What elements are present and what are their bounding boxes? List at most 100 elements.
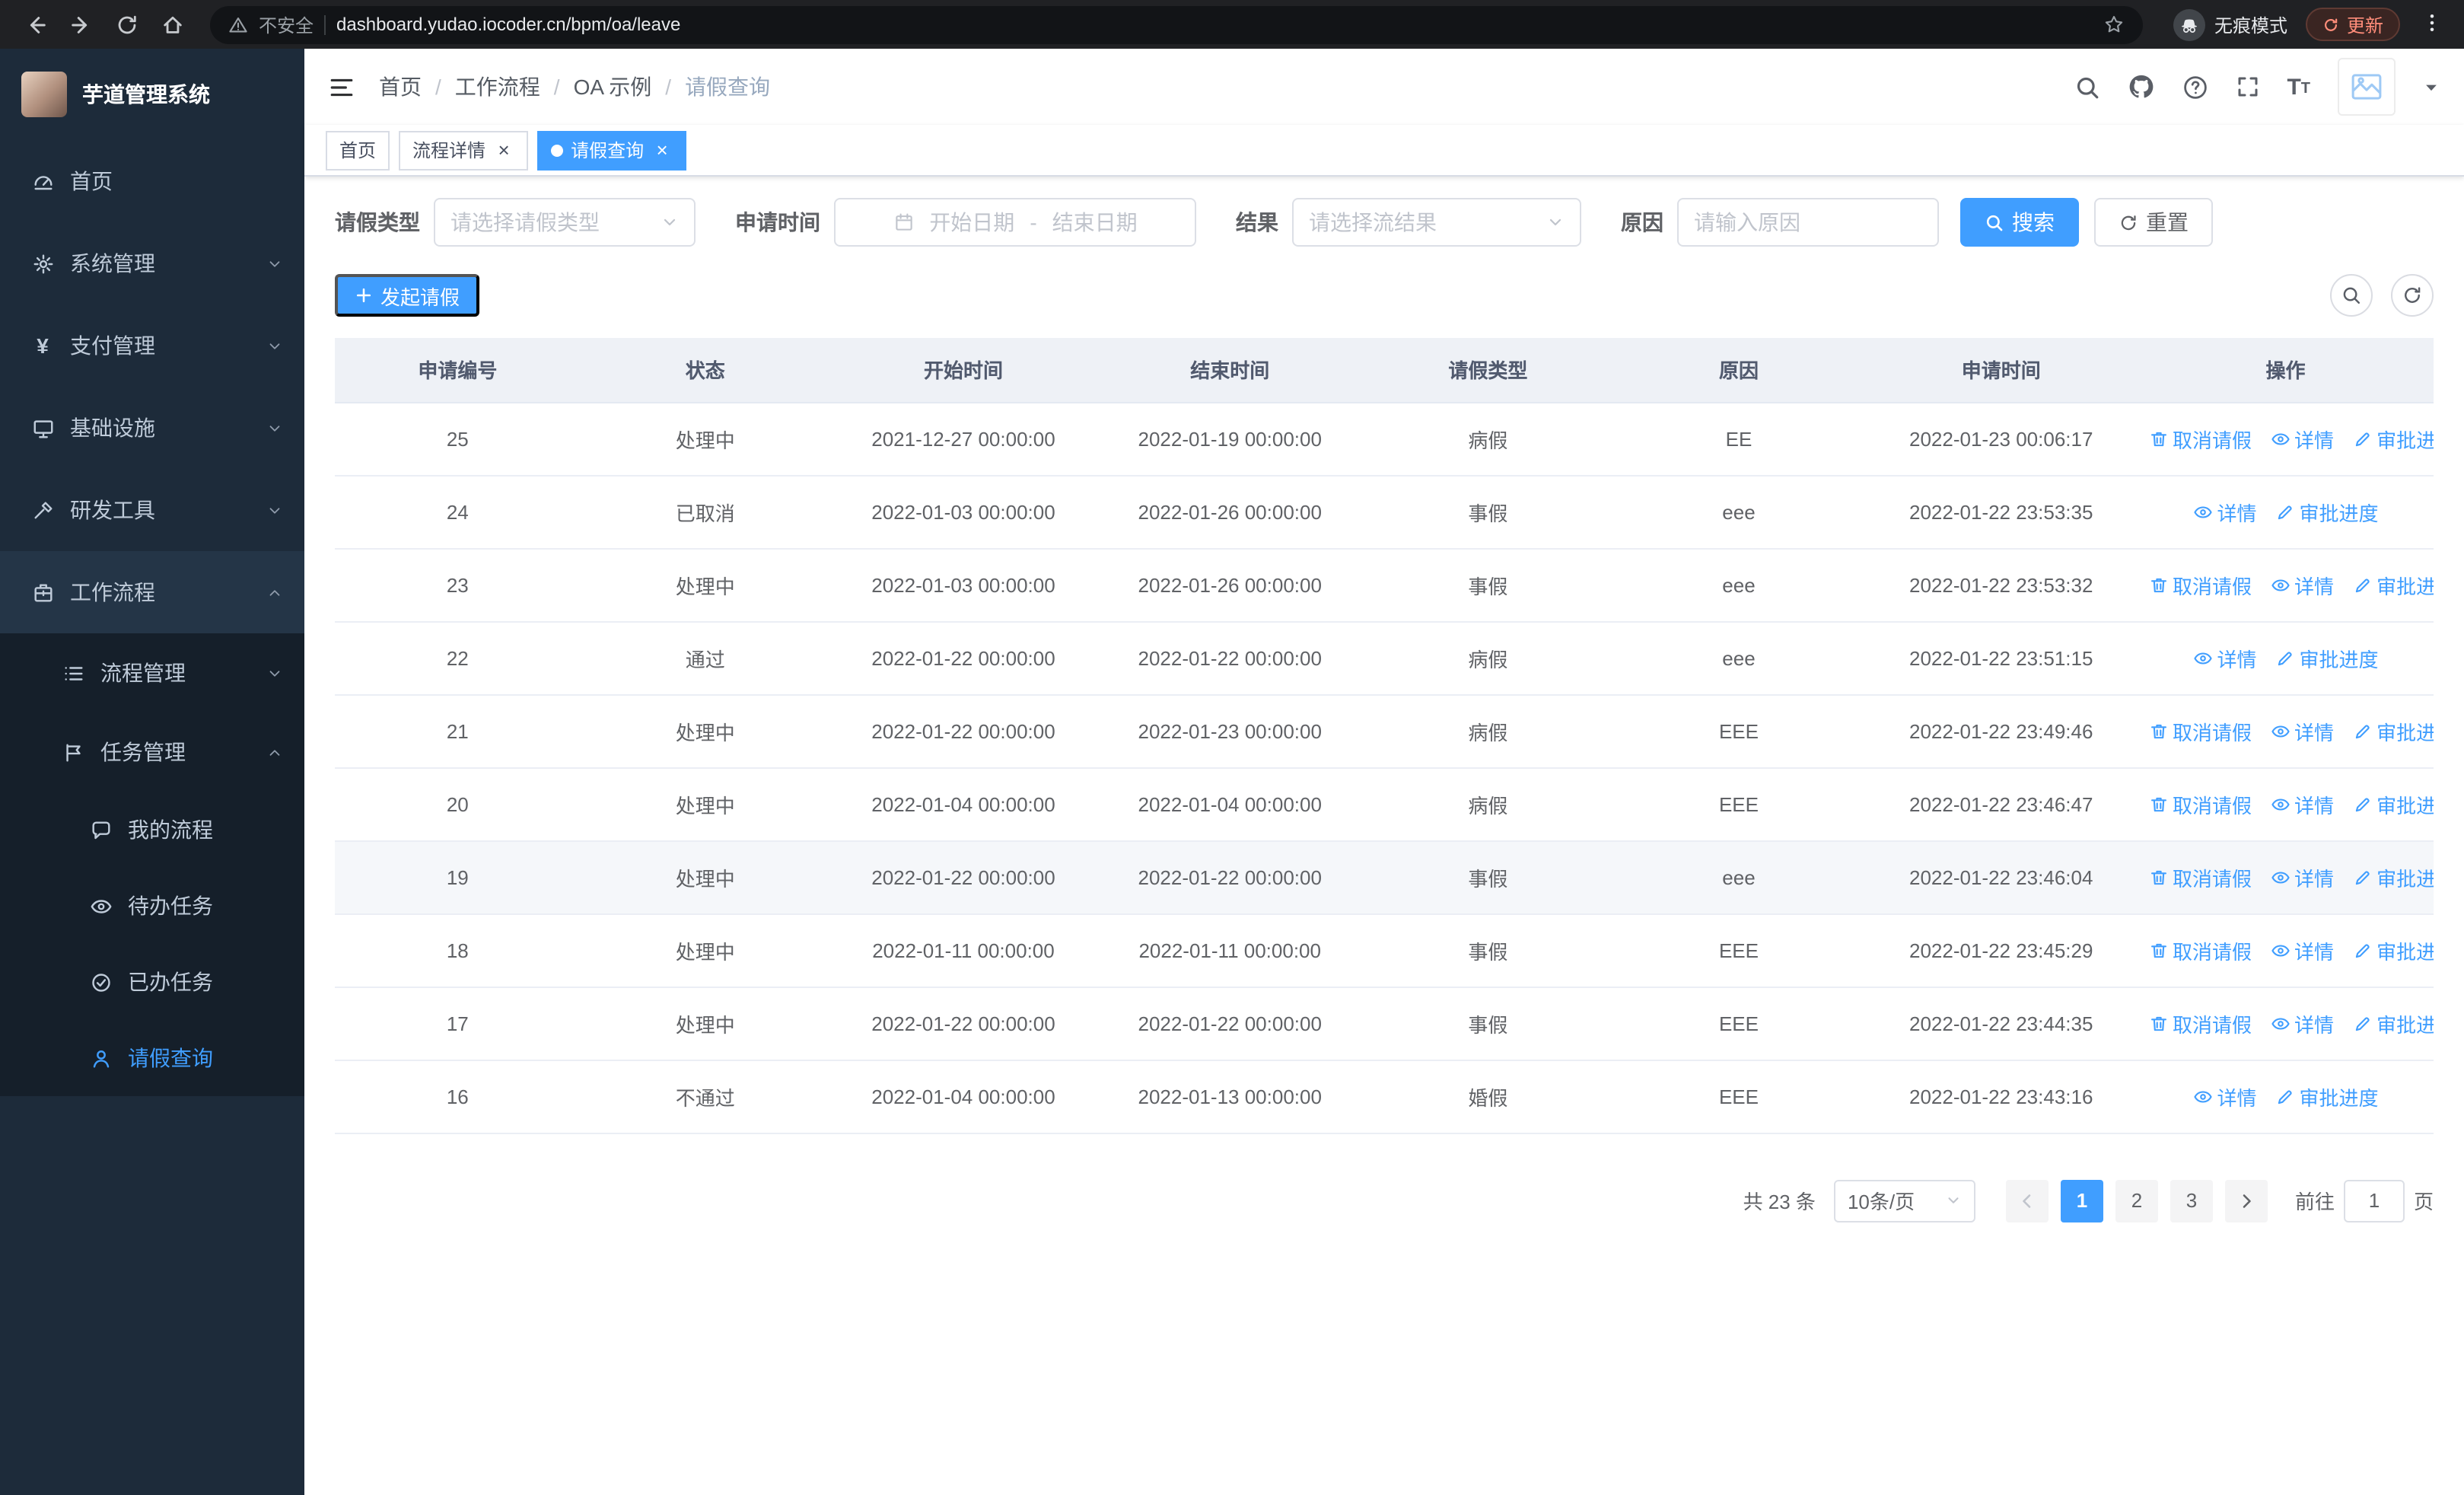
cancel-action-link[interactable]: 取消请假 [2148,936,2252,964]
search-button[interactable]: 搜索 [1960,198,2079,247]
next-page-button[interactable] [2224,1179,2268,1222]
sidebar-item-infrastructure[interactable]: 基础设施 [0,387,304,469]
leave-table: 申请编号 状态 开始时间 结束时间 请假类型 原因 申请时间 操作 25 处理中 2021-12-… [335,338,2434,1133]
reset-button[interactable]: 重置 [2094,198,2213,247]
cell-type: 事假 [1363,840,1613,914]
sidebar-item-devtools[interactable]: 研发工具 [0,469,304,551]
progress-action-link[interactable]: 审批进度 [2352,424,2434,453]
page-size-select[interactable]: 10条/页 [1833,1179,1975,1222]
sidebar-item-workflow[interactable]: 工作流程 [0,551,304,633]
create-leave-button[interactable]: 发起请假 [335,274,480,317]
fullscreen-icon[interactable] [2235,75,2259,99]
detail-action-link[interactable]: 详情 [2270,424,2334,453]
edit-icon [2352,867,2372,887]
close-icon[interactable]: × [651,139,673,161]
help-icon[interactable] [2182,74,2208,100]
sidebar-item-user[interactable]: 请假查询 [0,1020,304,1096]
page-button[interactable]: 3 [2170,1179,2213,1222]
cancel-action-link[interactable]: 取消请假 [2148,862,2252,891]
sidebar-item-task[interactable]: 任务管理 [0,712,304,792]
progress-action-link[interactable]: 审批进度 [2352,716,2434,745]
view-icon [2270,867,2290,887]
hamburger-icon[interactable] [329,74,355,100]
url-text: dashboard.yudao.iocoder.cn/bpm/oa/leave [336,14,681,35]
chevron-down-icon[interactable] [2423,78,2440,95]
browser-forward-button[interactable] [61,5,100,44]
goto-page-input[interactable] [2343,1179,2405,1222]
search-icon[interactable] [2074,74,2099,100]
page-button[interactable]: 2 [2115,1179,2158,1222]
page-button[interactable]: 1 [2060,1179,2103,1222]
detail-action-link[interactable]: 详情 [2270,570,2334,599]
progress-action-link[interactable]: 审批进度 [2352,1009,2434,1038]
cancel-action-link[interactable]: 取消请假 [2148,789,2252,818]
progress-action-link[interactable]: 审批进度 [2352,936,2434,964]
address-bar[interactable]: 不安全 dashboard.yudao.iocoder.cn/bpm/oa/le… [210,5,2143,43]
detail-action-link[interactable]: 详情 [2270,936,2334,964]
browser-update-button[interactable]: 更新 [2305,8,2400,41]
security-label: 不安全 [259,14,314,36]
sidebar-item-chat[interactable]: 我的流程 [0,792,304,868]
leave-type-select[interactable]: 请选择请假类型 [434,198,696,247]
view-tab[interactable]: 流程详情 × [399,130,529,170]
column-header: 结束时间 [1097,338,1364,403]
browser-reload-button[interactable] [107,5,146,44]
detail-action-link[interactable]: 详情 [2192,643,2257,672]
trash-icon [2148,1013,2168,1033]
browser-home-button[interactable] [152,5,192,44]
detail-action-link[interactable]: 详情 [2270,862,2334,891]
filter-apply-time: 申请时间 开始日期 - 结束日期 [735,198,1196,247]
refresh-table-button[interactable] [2391,274,2434,317]
trash-icon [2148,429,2168,448]
cancel-action-link[interactable]: 取消请假 [2148,716,2252,745]
user-icon [88,1047,113,1069]
browser-back-button[interactable] [15,5,55,44]
cancel-action-link[interactable]: 取消请假 [2148,1009,2252,1038]
progress-action-link[interactable]: 审批进度 [2352,862,2434,891]
sidebar-item-eye[interactable]: 待办任务 [0,868,304,944]
detail-action-link[interactable]: 详情 [2270,1009,2334,1038]
font-size-icon[interactable]: TT [2287,75,2310,98]
breadcrumb-item[interactable]: OA 示例 [574,72,652,102]
pagination: 共 23 条 10条/页 123 前往 页 [335,1179,2434,1222]
sidebar-item-gear[interactable]: 系统管理 [0,222,304,304]
detail-action-link[interactable]: 详情 [2270,789,2334,818]
view-tab[interactable]: 请假查询 × [537,130,687,170]
cell-start: 2022-01-22 00:00:00 [829,621,1097,695]
chevron-up-icon [266,744,283,760]
breadcrumb-item[interactable]: 工作流程 [455,72,540,102]
detail-action-link[interactable]: 详情 [2192,497,2257,526]
close-icon[interactable]: × [493,139,514,161]
bookmark-star-icon[interactable] [2103,14,2125,35]
sidebar-item-dashboard[interactable]: 首页 [0,140,304,222]
progress-action-link[interactable]: 审批进度 [2352,789,2434,818]
sidebar-item-finished[interactable]: 已办任务 [0,944,304,1020]
progress-action-link[interactable]: 审批进度 [2275,1082,2379,1111]
prev-page-button[interactable] [2005,1179,2049,1222]
cell-end: 2022-01-26 00:00:00 [1097,475,1364,549]
date-range-picker[interactable]: 开始日期 - 结束日期 [834,198,1196,247]
cancel-action-link[interactable]: 取消请假 [2148,570,2252,599]
toggle-search-button[interactable] [2330,274,2373,317]
edit-icon [2352,721,2372,741]
breadcrumb-item[interactable]: 首页 [379,72,422,102]
table-row: 23 处理中 2022-01-03 00:00:00 2022-01-26 00:00… [335,548,2434,622]
action-label: 审批进度 [2376,1013,2434,1036]
sidebar-item-process[interactable]: 流程管理 [0,633,304,712]
sidebar-item-yen[interactable]: ¥ 支付管理 [0,304,304,387]
detail-action-link[interactable]: 详情 [2270,716,2334,745]
cell-reason: EEE [1612,1060,1865,1133]
progress-action-link[interactable]: 审批进度 [2352,570,2434,599]
detail-action-link[interactable]: 详情 [2192,1082,2257,1111]
progress-action-link[interactable]: 审批进度 [2275,643,2379,672]
cancel-action-link[interactable]: 取消请假 [2148,424,2252,453]
progress-action-link[interactable]: 审批进度 [2275,497,2379,526]
view-tab[interactable]: 首页 [326,130,390,170]
github-icon[interactable] [2127,73,2154,100]
reason-input[interactable] [1677,198,1939,247]
app-logo[interactable]: 芋道管理系统 [0,49,304,140]
result-select[interactable]: 请选择流结果 [1292,198,1581,247]
browser-menu-button[interactable] [2415,11,2449,37]
sidebar-item-label: 流程管理 [100,661,186,685]
user-avatar[interactable] [2338,58,2396,116]
